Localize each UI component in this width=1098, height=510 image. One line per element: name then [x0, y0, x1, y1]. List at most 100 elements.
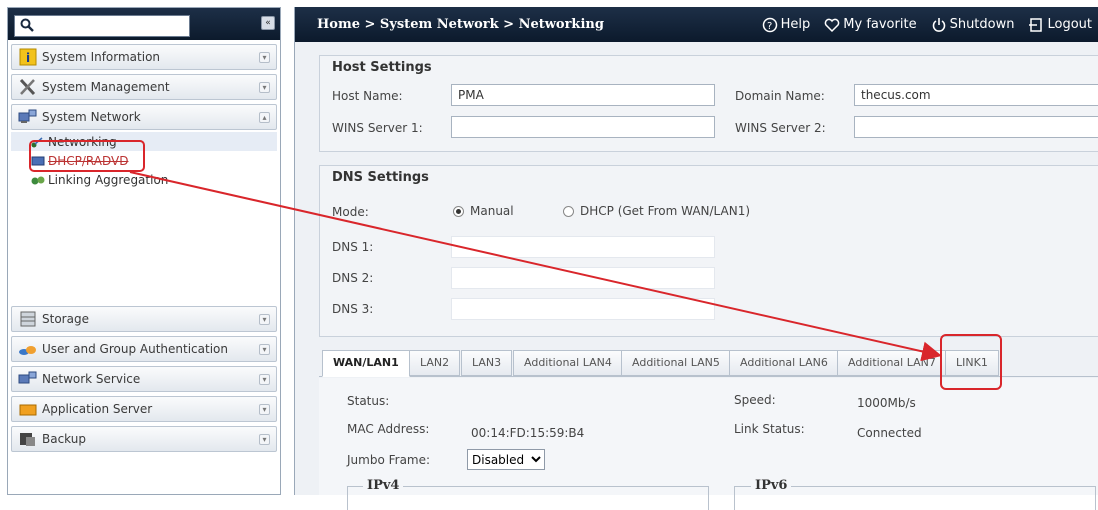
- sidebar: « i System Information ▾ System Manageme…: [7, 7, 281, 495]
- ipv6-label: IPv6: [751, 478, 792, 493]
- wins-server-1-label: WINS Server 1:: [332, 121, 423, 135]
- host-name-field[interactable]: PMA: [451, 84, 715, 106]
- search-bar: «: [8, 8, 280, 40]
- dns-2-field[interactable]: [451, 267, 715, 289]
- wan-lan1-panel: Status: Speed: 1000Mb/s MAC Address: 00:…: [319, 378, 1098, 510]
- top-bar: Home > System Network > Networking ? Hel…: [295, 7, 1098, 42]
- tab-additional-lan7[interactable]: Additional LAN7: [837, 350, 947, 376]
- menu-label: Network Service: [42, 372, 141, 386]
- tab-additional-lan5[interactable]: Additional LAN5: [621, 350, 731, 376]
- menu-label: Application Server: [42, 402, 153, 416]
- dns-1-field[interactable]: [451, 236, 715, 258]
- svg-text:i: i: [26, 51, 30, 65]
- mode-manual-label: Manual: [470, 204, 514, 218]
- expand-icon: ▾: [259, 344, 270, 355]
- speed-label: Speed:: [734, 393, 776, 407]
- status-label: Status:: [347, 394, 390, 408]
- mode-dhcp-radio[interactable]: DHCP (Get From WAN/LAN1): [563, 204, 750, 218]
- dhcp-icon: [31, 156, 45, 165]
- wins-server-2-label: WINS Server 2:: [735, 121, 826, 135]
- app-server-icon: [19, 404, 37, 416]
- power-icon: [932, 17, 945, 32]
- main-panel: Home > System Network > Networking ? Hel…: [294, 7, 1098, 510]
- host-settings-title: Host Settings: [332, 60, 432, 75]
- heart-icon: [824, 18, 840, 32]
- submenu-item-networking[interactable]: Networking: [11, 132, 277, 151]
- backup-icon: [20, 433, 35, 446]
- submenu-item-dhcp-radvd[interactable]: DHCP/RADVD: [11, 151, 277, 170]
- menu-network-service[interactable]: Network Service ▾: [11, 366, 277, 392]
- menu-label: Backup: [42, 432, 86, 446]
- mode-label: Mode:: [332, 205, 369, 219]
- submenu-label: Linking Aggregation: [48, 172, 169, 187]
- tab-additional-lan4[interactable]: Additional LAN4: [513, 350, 623, 376]
- wins-server-1-field[interactable]: [451, 116, 715, 138]
- domain-name-label: Domain Name:: [735, 89, 825, 103]
- help-label: Help: [780, 17, 811, 32]
- link-aggregation-icon: [31, 176, 45, 184]
- mac-address-label: MAC Address:: [347, 422, 430, 436]
- submenu-item-linking-aggregation[interactable]: Linking Aggregation: [11, 170, 277, 189]
- dns-3-field[interactable]: [451, 298, 715, 320]
- info-icon: i: [19, 48, 37, 66]
- menu-storage[interactable]: Storage ▾: [11, 306, 277, 332]
- menu-label: System Management: [42, 80, 170, 94]
- my-favorite-button[interactable]: My favorite: [824, 17, 917, 33]
- top-actions: ? Help My favorite Shutdown Logout: [762, 7, 1092, 42]
- wins-server-2-field[interactable]: [854, 116, 1098, 138]
- dns-settings-title: DNS Settings: [332, 170, 429, 185]
- my-favorite-label: My favorite: [843, 17, 917, 32]
- networking-icon: [31, 136, 43, 147]
- menu-backup[interactable]: Backup ▾: [11, 426, 277, 452]
- dns-1-label: DNS 1:: [332, 240, 374, 254]
- shutdown-button[interactable]: Shutdown: [931, 17, 1015, 33]
- dns-3-label: DNS 3:: [332, 302, 374, 316]
- logout-button[interactable]: Logout: [1028, 17, 1092, 33]
- submenu-label: Networking: [48, 134, 117, 149]
- tab-lan3[interactable]: LAN3: [461, 350, 513, 376]
- tab-lan2[interactable]: LAN2: [409, 350, 461, 376]
- menu-user-group-authentication[interactable]: User and Group Authentication ▾: [11, 336, 277, 362]
- expand-icon: ▾: [259, 434, 270, 445]
- host-settings-section: Host Settings Host Name: PMA Domain Name…: [319, 55, 1098, 152]
- menu-application-server[interactable]: Application Server ▾: [11, 396, 277, 422]
- mode-manual-radio[interactable]: Manual: [453, 204, 514, 218]
- interface-tabs: WAN/LAN1 LAN2 LAN3 Additional LAN4 Addit…: [319, 345, 1098, 377]
- users-icon: [19, 346, 36, 355]
- host-name-label: Host Name:: [332, 89, 403, 103]
- submenu-label: DHCP/RADVD: [48, 153, 129, 168]
- mac-address-value: 00:14:FD:15:59:B4: [471, 426, 585, 440]
- menu-label: Storage: [42, 312, 89, 326]
- help-icon: ?: [762, 17, 777, 32]
- jumbo-frame-label: Jumbo Frame:: [347, 453, 431, 467]
- menu-label: System Network: [42, 110, 141, 124]
- search-input[interactable]: [14, 15, 190, 37]
- expand-icon: ▾: [259, 82, 270, 93]
- radio-dot: [453, 205, 464, 217]
- dns-settings-section: DNS Settings Mode: Manual DHCP (Get From…: [319, 165, 1098, 337]
- jumbo-frame-select[interactable]: Disabled: [467, 449, 545, 470]
- system-network-submenu: Networking DHCP/RADVD Linking Aggregatio…: [11, 132, 277, 302]
- domain-name-field[interactable]: thecus.com: [854, 84, 1098, 106]
- menu-label: System Information: [42, 50, 161, 64]
- tab-wan-lan1[interactable]: WAN/LAN1: [322, 350, 410, 377]
- network-icon: [18, 109, 37, 123]
- tab-additional-lan6[interactable]: Additional LAN6: [729, 350, 839, 376]
- menu-system-network[interactable]: System Network ▴: [11, 104, 277, 130]
- mode-dhcp-label: DHCP (Get From WAN/LAN1): [580, 204, 751, 218]
- storage-icon: [20, 311, 36, 327]
- breadcrumb: Home > System Network > Networking: [317, 17, 604, 32]
- link-status-label: Link Status:: [734, 422, 805, 436]
- expand-icon: ▾: [259, 314, 270, 325]
- help-button[interactable]: ? Help: [762, 17, 811, 33]
- tools-icon: [19, 78, 36, 96]
- menu-system-information[interactable]: i System Information ▾: [11, 44, 277, 70]
- speed-value: 1000Mb/s: [857, 396, 916, 410]
- expand-icon: ▾: [259, 52, 270, 63]
- menu-system-management[interactable]: System Management ▾: [11, 74, 277, 100]
- search-icon: [20, 18, 34, 32]
- tab-link1[interactable]: LINK1: [945, 350, 999, 376]
- collapse-sidebar-button[interactable]: «: [261, 16, 275, 30]
- shutdown-label: Shutdown: [949, 17, 1015, 32]
- link-status-value: Connected: [857, 426, 922, 440]
